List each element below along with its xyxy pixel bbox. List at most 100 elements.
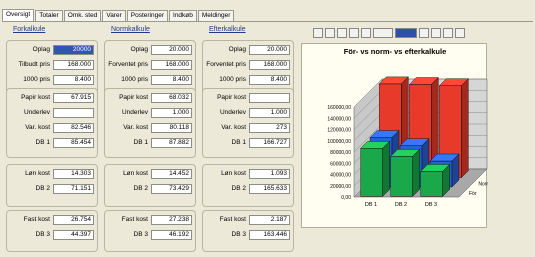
paint-icon[interactable] <box>443 28 453 38</box>
field-label: DB 1 <box>133 139 148 146</box>
value-field[interactable]: 2.187 <box>249 215 290 225</box>
value-field[interactable]: 165.633 <box>249 184 290 194</box>
chart-type-icon[interactable] <box>373 28 393 38</box>
value-field[interactable]: 82.546 <box>53 123 94 133</box>
field-label: DB 3 <box>231 231 246 238</box>
value-field[interactable]: 14.303 <box>53 169 94 179</box>
field-label: 1000 pris <box>219 76 246 83</box>
save-icon[interactable] <box>313 28 323 38</box>
copy-icon[interactable] <box>361 28 371 38</box>
value-field[interactable]: 168.000 <box>53 60 94 70</box>
field-label: Var. kost <box>25 124 50 131</box>
tab-omk-sted[interactable]: Omk. sted <box>63 10 102 21</box>
field-label: Papir kost <box>119 94 148 101</box>
value-field[interactable]: 273 <box>249 123 290 133</box>
tab-indkøb[interactable]: Indkøb <box>169 10 197 21</box>
y-tick-label: 80000,00 <box>330 150 351 156</box>
field-label: Løn kost <box>25 170 50 177</box>
chart-svg: För- vs norm- vs efterkalkule 0,00 20000,0… <box>327 47 498 208</box>
bar-front <box>420 171 443 197</box>
field-label: Underlev <box>219 109 246 116</box>
cut-icon[interactable] <box>349 28 359 38</box>
field-label: Underlev <box>121 109 148 116</box>
value-field[interactable]: 26.754 <box>53 215 94 225</box>
bar-side <box>382 140 390 197</box>
value-field[interactable]: 163.446 <box>249 230 290 240</box>
series-label: Norm <box>478 182 488 188</box>
field-label: Oplag <box>228 46 246 53</box>
y-tick-label: 60000,00 <box>330 161 351 167</box>
column-header-2: Efterkalkule <box>209 26 246 33</box>
color-icon[interactable] <box>395 28 417 38</box>
value-field[interactable] <box>53 108 94 118</box>
value-field[interactable]: 73.429 <box>151 184 192 194</box>
value-field[interactable]: 8.400 <box>151 75 192 85</box>
field-label: Var. kost <box>221 124 246 131</box>
y-tick-label: 160000,00 <box>327 105 351 111</box>
column-header-1: Normkalkule <box>111 26 150 33</box>
field-label: DB 2 <box>231 185 246 192</box>
x-tick-label: DB 3 <box>425 202 437 208</box>
chart-toolbar <box>313 28 465 40</box>
y-tick-label: 120000,00 <box>327 128 351 134</box>
field-label: DB 1 <box>231 139 246 146</box>
value-field[interactable]: 87.882 <box>151 138 192 148</box>
value-field[interactable]: 20.000 <box>249 45 290 55</box>
value-field[interactable]: 166.727 <box>249 138 290 148</box>
value-field[interactable]: 168.000 <box>151 60 192 70</box>
refresh-icon[interactable] <box>431 28 441 38</box>
field-label: Fast kost <box>219 216 246 223</box>
field-label: DB 3 <box>133 231 148 238</box>
value-field[interactable]: 67.915 <box>53 93 94 103</box>
value-field[interactable]: 1.000 <box>151 108 192 118</box>
value-field[interactable]: 44.397 <box>53 230 94 240</box>
value-field[interactable]: 1.093 <box>249 169 290 179</box>
tab-posteringer[interactable]: Posteringer <box>126 10 169 21</box>
value-field[interactable]: 14.452 <box>151 169 192 179</box>
value-field[interactable]: 27.238 <box>151 215 192 225</box>
tab-varer[interactable]: Varer <box>102 10 126 21</box>
options-icon[interactable] <box>419 28 429 38</box>
bar-front <box>390 156 413 197</box>
value-field[interactable]: 85.454 <box>53 138 94 148</box>
field-label: 1000 pris <box>121 76 148 83</box>
value-field[interactable]: 8.400 <box>249 75 290 85</box>
main-panel: För- vs norm- vs efterkalkule 0,00 20000,0… <box>2 21 533 257</box>
tab-oversigt[interactable]: Oversigt <box>2 9 35 21</box>
value-field[interactable]: 71.151 <box>53 184 94 194</box>
field-label: Underlev <box>23 109 50 116</box>
field-label: Var. kost <box>123 124 148 131</box>
bar-front <box>360 148 383 197</box>
y-tick-label: 140000,00 <box>327 116 351 122</box>
field-label: Papir kost <box>21 94 50 101</box>
y-tick-label: 40000,00 <box>330 173 351 179</box>
field-label: Fast kost <box>23 216 50 223</box>
print-icon[interactable] <box>337 28 347 38</box>
y-tick-label: 100000,00 <box>327 139 351 145</box>
x-tick-label: DB 1 <box>365 202 377 208</box>
value-field[interactable]: 20000 <box>53 45 94 55</box>
column-header-0: Forkalkule <box>13 26 46 33</box>
document-icon[interactable] <box>455 28 465 38</box>
field-label: DB 2 <box>35 185 50 192</box>
field-label: DB 1 <box>35 139 50 146</box>
value-field[interactable]: 80.118 <box>151 123 192 133</box>
value-field[interactable]: 46.192 <box>151 230 192 240</box>
value-field[interactable]: 1.000 <box>249 108 290 118</box>
value-field[interactable] <box>249 93 290 103</box>
chart-title: För- vs norm- vs efterkalkule <box>344 47 447 56</box>
value-field[interactable]: 68.032 <box>151 93 192 103</box>
tab-totaler[interactable]: Totaler <box>35 10 63 21</box>
open-icon[interactable] <box>325 28 335 38</box>
bar-side <box>461 78 469 179</box>
value-field[interactable]: 168.000 <box>249 60 290 70</box>
tab-meldinger[interactable]: Meldinger <box>197 10 235 21</box>
bar-side <box>412 148 420 197</box>
field-label: Forventet pris <box>108 61 148 68</box>
field-label: Papir kost <box>217 94 246 101</box>
field-label: Løn kost <box>123 170 148 177</box>
field-label: Tilbudt pris <box>18 61 50 68</box>
value-field[interactable]: 20.000 <box>151 45 192 55</box>
value-field[interactable]: 8.400 <box>53 75 94 85</box>
field-label: Oplag <box>130 46 148 53</box>
